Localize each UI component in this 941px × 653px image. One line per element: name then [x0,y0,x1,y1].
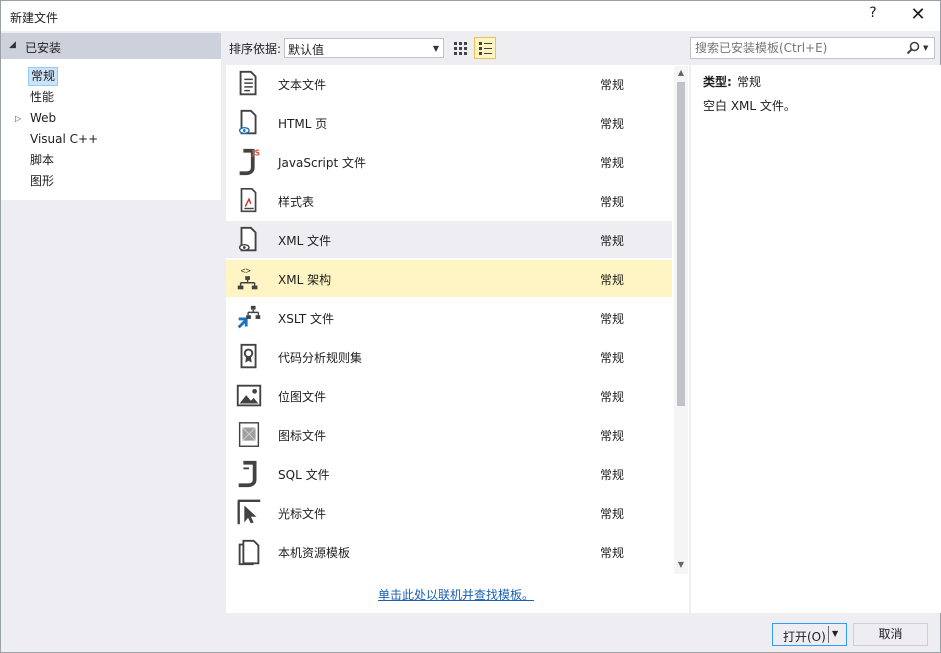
template-list: 单击此处以联机并查找模板。 文本文件 常规 HTML 页常规 JS JavaScript… [226,65,689,613]
tree-item[interactable]: 脚本 [28,151,56,170]
template-name: 文本文件 [278,78,327,92]
scroll-up-arrow-icon[interactable]: ▲ [674,66,688,80]
svg-text:<>: <> [241,265,251,275]
search-options-chevron-icon[interactable]: ▼ [923,44,928,52]
title-bar: 新建文件 ? ✕ [0,0,941,31]
xslt-file-icon [237,305,261,329]
sql-file-icon [238,460,257,488]
tree-item[interactable]: 常规 [28,67,59,86]
tree-item[interactable]: 图形 [28,172,56,191]
scroll-down-arrow-icon[interactable]: ▼ [674,558,688,572]
text-file-icon [239,70,257,96]
template-category: 常规 [600,312,625,326]
template-description: 空白 XML 文件。 [703,99,796,113]
list-view-button[interactable] [474,37,496,59]
template-category: 常规 [600,468,625,482]
template-row[interactable]: XML 文件 常规 [226,221,672,258]
tree-item[interactable]: Visual C++ [28,130,100,149]
find-online-templates-link[interactable]: 单击此处以联机并查找模板。 [378,586,534,603]
template-category: 常规 [600,195,625,209]
template-name: XML 文件 [278,234,332,248]
template-name: XSLT 文件 [278,312,335,326]
template-row[interactable]: XSLT 文件 常规 [226,299,672,336]
template-category: 常规 [600,429,625,443]
collapse-triangle-icon[interactable]: ◢ [9,40,16,50]
search-templates-box[interactable]: ▼ [690,37,935,59]
chevron-down-icon: ▼ [432,44,439,53]
scroll-thumb[interactable] [677,82,685,406]
open-button[interactable]: 打开(O) ▼ [772,623,847,646]
template-row[interactable]: 文本文件 常规 [226,65,672,102]
template-category: 常规 [600,546,625,560]
dialog-title: 新建文件 [10,11,59,25]
small-icons-view-button[interactable] [449,37,471,59]
search-icon[interactable] [905,40,921,56]
type-value: 常规 [737,75,762,89]
template-category: 常规 [600,78,625,92]
native-resource-template-icon [238,539,260,566]
template-category: 常规 [600,273,625,287]
sort-value: 默认值 [288,43,325,57]
search-input[interactable] [695,40,900,56]
bitmap-file-icon [236,384,262,407]
cursor-file-icon [237,499,261,525]
template-row[interactable]: 本机资源模板 常规 [226,533,672,570]
xml-file-icon [238,226,257,252]
template-row[interactable]: 代码分析规则集 常规 [226,338,672,375]
template-category: 常规 [600,390,625,404]
template-row[interactable]: HTML 页 常规 [226,104,672,141]
type-label: 类型: [703,75,732,89]
template-row[interactable]: SQL 文件 常规 [226,455,672,492]
category-tree: 常规性能 ▷ Web Visual C++ 脚本图形 [1,59,221,200]
html-page-icon [238,109,257,135]
xml-schema-icon: <> [237,265,258,290]
tree-item[interactable]: Web [28,109,58,128]
template-name: 样式表 [278,195,315,209]
help-button[interactable]: ? [863,5,883,27]
template-name: SQL 文件 [278,468,330,482]
expand-triangle-icon[interactable]: ▷ [15,114,21,123]
template-name: 图标文件 [278,429,327,443]
template-list-scrollbar[interactable]: ▲ ▼ [674,66,688,574]
template-name: 位图文件 [278,390,327,404]
split-separator [828,626,829,643]
icon-file-icon [238,422,260,447]
sort-label: 排序依据: [229,42,282,56]
template-row[interactable]: <> XML 架构 常规 [226,260,672,297]
grid-view-icon [454,42,467,55]
open-options-chevron-icon[interactable]: ▼ [832,629,838,638]
sort-dropdown[interactable]: 默认值 ▼ [284,38,444,58]
svg-text:JS: JS [251,148,260,157]
stylesheet-icon [240,187,257,213]
template-row[interactable]: 样式表 常规 [226,182,672,219]
details-panel: 类型: 常规 空白 XML 文件。 [691,65,941,613]
template-name: XML 架构 [278,273,332,287]
template-category: 常规 [600,117,625,131]
close-button[interactable]: ✕ [905,4,931,28]
code-analysis-ruleset-icon [240,343,257,369]
open-button-label: 打开(O) [783,630,826,644]
tree-item[interactable]: 性能 [28,88,56,107]
template-category: 常规 [600,507,625,521]
javascript-file-icon: JS [239,148,260,176]
template-name: 本机资源模板 [278,546,351,560]
template-row[interactable]: JS JavaScript 文件 常规 [226,143,672,180]
template-name: 光标文件 [278,507,327,521]
template-row[interactable]: 光标文件 常规 [226,494,672,531]
template-name: HTML 页 [278,117,328,131]
template-name: 代码分析规则集 [278,351,363,365]
cancel-button[interactable]: 取消 [853,623,928,646]
template-name: JavaScript 文件 [278,156,366,170]
template-category: 常规 [600,156,625,170]
installed-label: 已安装 [25,41,62,55]
template-category: 常规 [600,351,625,365]
template-category: 常规 [600,234,625,248]
template-row[interactable]: 图标文件 常规 [226,416,672,453]
template-row[interactable]: 位图文件 常规 [226,377,672,414]
list-view-icon [479,42,492,55]
installed-header[interactable]: ◢ 已安装 [1,33,221,59]
